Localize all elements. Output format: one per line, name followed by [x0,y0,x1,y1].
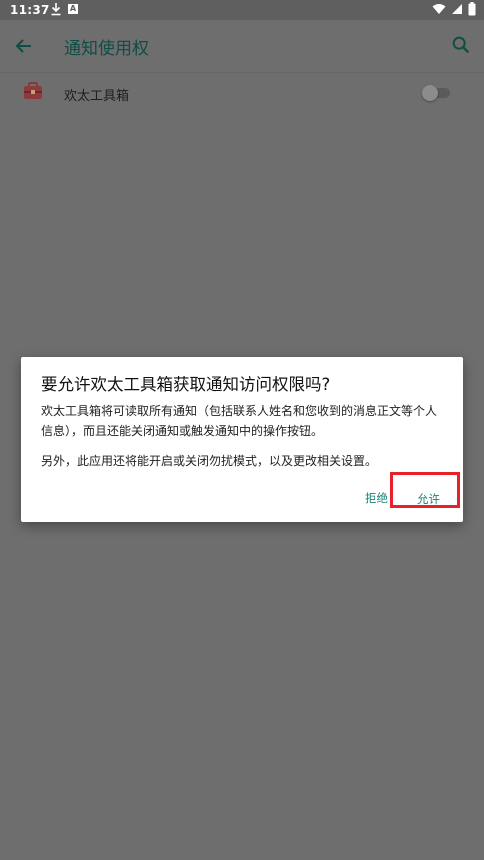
dialog-title: 要允许欢太工具箱获取通知访问权限吗? [41,375,331,394]
dialog-message-2: 另外，此应用还将能开启或关闭勿扰模式，以及更改相关设置。 [41,454,378,468]
app-name-label: 欢太工具箱 [64,89,130,104]
a-badge-icon: A [68,4,78,14]
allow-highlight-box [390,472,460,508]
toggle-thumb [422,85,438,101]
page-title: 通知使用权 [64,39,149,59]
status-time: 11:37 [10,3,50,17]
download-icon [51,3,61,16]
wifi-icon [432,4,446,14]
dialog-message-1: 欢太工具箱将可读取所有通知（包括联系人姓名和您收到的消息正文等个人信息），而且还… [41,404,438,438]
search-icon[interactable] [450,34,472,56]
back-arrow-icon[interactable] [12,34,36,58]
toolbox-icon [24,82,42,99]
status-bar: 11:37 A [0,0,484,20]
signal-icon [452,4,462,14]
notification-access-toggle[interactable] [422,85,450,101]
list-item-app[interactable]: 欢太工具箱 [0,74,484,114]
battery-icon [468,2,476,16]
dialog-body: 欢太工具箱将可读取所有通知（包括联系人姓名和您收到的消息正文等个人信息），而且还… [41,401,445,481]
status-right-icons [432,2,476,16]
app-bar: 通知使用权 [0,20,484,73]
deny-button[interactable]: 拒绝 [365,490,388,506]
